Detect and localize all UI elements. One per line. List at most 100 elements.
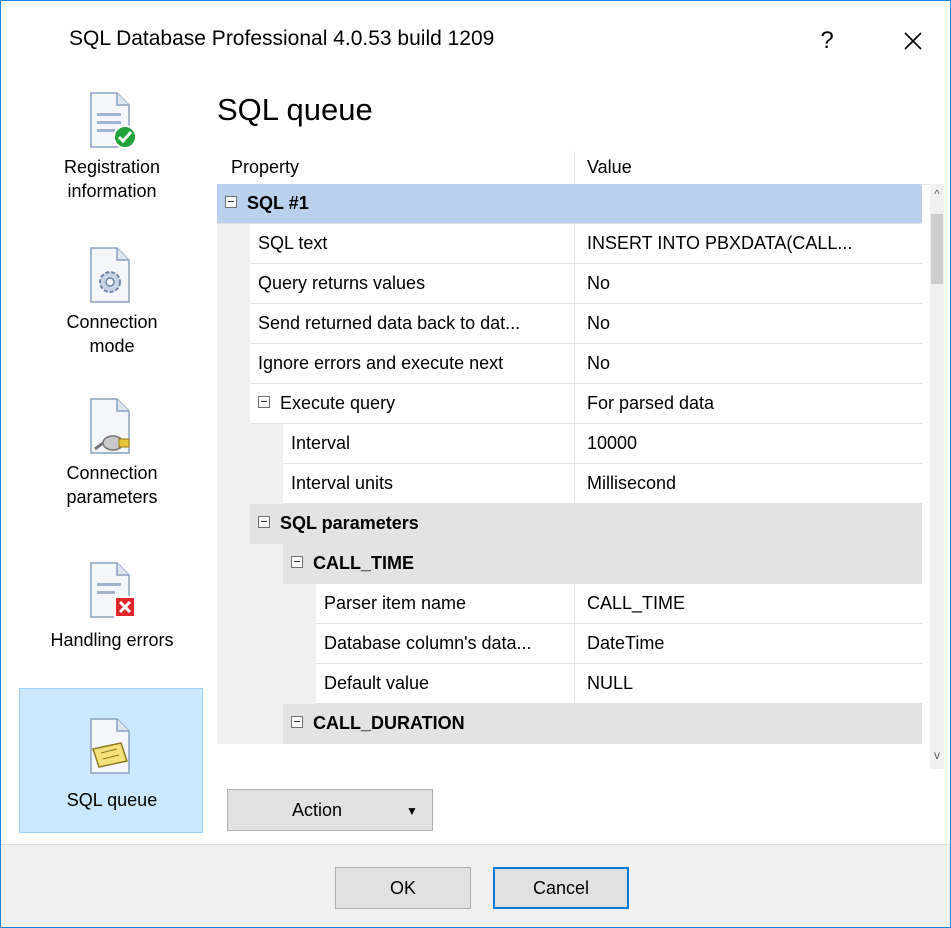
grid-header: Property Value xyxy=(217,151,930,185)
row-property-label: CALL_DURATION xyxy=(313,713,465,733)
collapse-icon[interactable] xyxy=(291,716,303,729)
row-property-label: Execute query xyxy=(280,393,396,413)
grid-row-expandable[interactable]: Execute query For parsed data xyxy=(217,384,922,424)
row-property: SQL #1 xyxy=(225,184,905,223)
grid-row[interactable]: SQL text INSERT INTO PBXDATA(CALL... xyxy=(217,224,922,264)
sidebar-item-label: Handling errors xyxy=(50,630,174,650)
grid-row-category[interactable]: SQL #1 xyxy=(217,184,922,224)
action-button-label: Action xyxy=(292,800,343,820)
sidebar-item-label: Connection xyxy=(66,312,158,332)
collapse-icon[interactable] xyxy=(225,196,237,209)
grid-row[interactable]: Default value NULL xyxy=(217,664,922,704)
sidebar-item-connection-mode[interactable]: Connection mode xyxy=(19,239,203,384)
vertical-scrollbar[interactable]: ^ v xyxy=(930,184,944,769)
main-panel: SQL queue Property Value SQL #1 SQL text… xyxy=(209,84,950,844)
row-value[interactable]: No xyxy=(575,344,922,383)
grid-rows: SQL #1 SQL text INSERT INTO PBXDATA(CALL… xyxy=(217,184,922,744)
indent-gutter xyxy=(217,424,283,464)
row-property-label: Database column's data... xyxy=(316,624,575,663)
document-gear-icon xyxy=(90,247,130,303)
action-dropdown-button[interactable]: Action ▼ xyxy=(227,789,433,831)
row-property: Execute query xyxy=(250,384,575,423)
dialog-window: SQL Database Professional 4.0.53 build 1… xyxy=(0,0,951,928)
page-title: SQL queue xyxy=(217,92,373,127)
row-property-label: Default value xyxy=(316,664,575,703)
property-grid[interactable]: Property Value SQL #1 SQL text INSERT IN… xyxy=(217,151,944,769)
scroll-up-icon[interactable]: ^ xyxy=(930,184,944,204)
grid-row-category[interactable]: CALL_DURATION xyxy=(217,704,922,744)
ok-button[interactable]: OK xyxy=(335,867,471,909)
row-property-label: Query returns values xyxy=(250,264,575,303)
dialog-footer: OK Cancel xyxy=(1,844,950,927)
row-property-label: Parser item name xyxy=(316,584,575,623)
collapse-icon[interactable] xyxy=(258,516,270,529)
row-value[interactable]: No xyxy=(575,264,922,303)
close-icon xyxy=(904,32,922,50)
row-value[interactable]: 10000 xyxy=(575,424,922,463)
collapse-icon[interactable] xyxy=(291,556,303,569)
grid-row[interactable]: Ignore errors and execute next No xyxy=(217,344,922,384)
grid-row[interactable]: Query returns values No xyxy=(217,264,922,304)
grid-row-category[interactable]: CALL_TIME xyxy=(217,544,922,584)
document-note-icon xyxy=(90,718,130,774)
row-property: CALL_TIME xyxy=(291,544,944,583)
indent-gutter xyxy=(217,344,250,384)
sidebar-item-handling-errors[interactable]: Handling errors xyxy=(19,554,203,699)
scroll-down-icon[interactable]: v xyxy=(930,745,944,765)
window-title: SQL Database Professional 4.0.53 build 1… xyxy=(69,27,495,50)
sidebar-nav: Registration information Connection mode xyxy=(1,84,209,844)
indent-gutter xyxy=(217,624,316,664)
sidebar-item-label: Registration xyxy=(63,157,161,177)
indent-gutter xyxy=(217,584,316,624)
row-property: CALL_DURATION xyxy=(291,704,944,743)
cancel-button[interactable]: Cancel xyxy=(493,867,629,909)
column-header-value[interactable]: Value xyxy=(575,151,930,184)
sidebar-item-sql-queue[interactable]: SQL queue xyxy=(19,688,203,833)
row-property-label: Send returned data back to dat... xyxy=(250,304,575,343)
indent-gutter xyxy=(217,464,283,504)
column-header-property[interactable]: Property xyxy=(217,151,575,184)
row-property-label: Interval xyxy=(283,424,575,463)
row-property-label: SQL parameters xyxy=(280,513,419,533)
indent-gutter xyxy=(217,704,283,744)
sidebar-item-label: information xyxy=(67,181,157,201)
row-property: SQL parameters xyxy=(258,504,938,543)
sidebar-item-label: mode xyxy=(89,336,135,356)
title-bar: SQL Database Professional 4.0.53 build 1… xyxy=(1,1,950,84)
help-button[interactable]: ? xyxy=(801,15,853,67)
grid-row-category[interactable]: SQL parameters xyxy=(217,504,922,544)
indent-gutter xyxy=(217,304,250,344)
close-button[interactable] xyxy=(887,15,939,67)
grid-row[interactable]: Send returned data back to dat... No xyxy=(217,304,922,344)
document-check-icon xyxy=(90,92,137,149)
grid-row[interactable]: Database column's data... DateTime xyxy=(217,624,922,664)
chevron-down-icon: ▼ xyxy=(406,804,418,818)
row-value[interactable]: No xyxy=(575,304,922,343)
grid-row[interactable]: Interval units Millisecond xyxy=(217,464,922,504)
scroll-thumb[interactable] xyxy=(931,214,943,284)
document-plug-icon xyxy=(90,398,130,454)
sidebar-item-label: parameters xyxy=(66,487,158,507)
row-value[interactable]: INSERT INTO PBXDATA(CALL... xyxy=(575,224,922,263)
indent-gutter xyxy=(217,264,250,304)
row-value[interactable]: NULL xyxy=(575,664,922,703)
collapse-icon[interactable] xyxy=(258,396,270,409)
row-value[interactable]: For parsed data xyxy=(575,384,922,423)
sidebar-item-registration-information[interactable]: Registration information xyxy=(19,84,203,229)
grid-row[interactable]: Parser item name CALL_TIME xyxy=(217,584,922,624)
row-property-label: Interval units xyxy=(283,464,575,503)
row-value[interactable]: CALL_TIME xyxy=(575,584,922,623)
row-value[interactable]: DateTime xyxy=(575,624,922,663)
row-property-label: CALL_TIME xyxy=(313,553,414,573)
grid-row[interactable]: Interval 10000 xyxy=(217,424,922,464)
indent-gutter xyxy=(217,504,250,544)
row-property-label: Ignore errors and execute next xyxy=(250,344,575,383)
indent-gutter xyxy=(217,384,250,424)
row-property-label: SQL text xyxy=(250,224,575,263)
row-value[interactable]: Millisecond xyxy=(575,464,922,503)
indent-gutter xyxy=(217,224,250,264)
sidebar-item-label: SQL queue xyxy=(66,790,158,810)
sidebar-item-connection-parameters[interactable]: Connection parameters xyxy=(19,392,203,537)
indent-gutter xyxy=(217,544,283,584)
row-property-label: SQL #1 xyxy=(247,193,309,213)
